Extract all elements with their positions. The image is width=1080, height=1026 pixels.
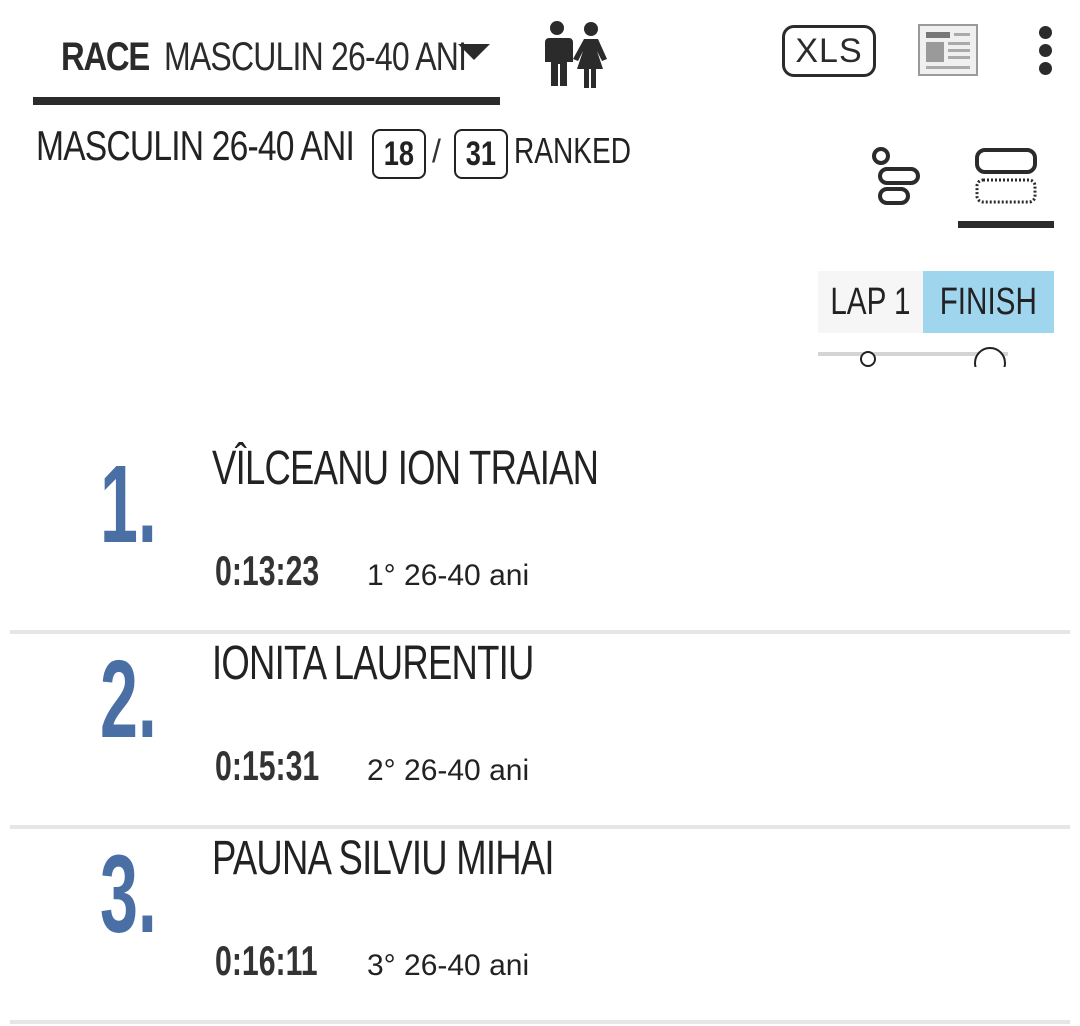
tree-view-icon[interactable] bbox=[870, 145, 922, 207]
result-row[interactable]: 1. VÎLCEANU ION TRAIAN 0:13:23 1° 26-40 … bbox=[10, 440, 1070, 634]
newspaper-icon[interactable] bbox=[918, 24, 978, 76]
lap-1-marker[interactable] bbox=[860, 351, 876, 367]
total-count: 31 bbox=[454, 129, 508, 179]
category-title: MASCULIN 26-40 ANI bbox=[36, 122, 355, 169]
finish-time: 0:16:11 bbox=[215, 937, 318, 984]
card-view-icon bbox=[975, 148, 1037, 204]
more-vert-icon[interactable] bbox=[1033, 26, 1057, 76]
finish-time: 0:15:31 bbox=[215, 742, 320, 789]
count-separator: / bbox=[432, 133, 441, 169]
result-row[interactable]: 3. PAUNA SILVIU MIHAI 0:16:11 3° 26-40 a… bbox=[10, 830, 1070, 1024]
rank-number: 3. bbox=[100, 833, 157, 956]
card-view-button[interactable] bbox=[958, 146, 1054, 228]
race-label: RACE bbox=[61, 35, 150, 79]
ranked-label: RANKED bbox=[514, 130, 632, 171]
category-rank: 2° 26-40 ani bbox=[367, 754, 530, 787]
caret-down-icon bbox=[458, 44, 490, 60]
gender-icon[interactable] bbox=[535, 20, 615, 88]
shown-count: 18 bbox=[372, 129, 426, 179]
rank-number: 1. bbox=[100, 443, 157, 566]
athlete-name: IONITA LAURENTIU bbox=[212, 637, 534, 690]
result-row[interactable]: 2. IONITA LAURENTIU 0:15:31 2° 26-40 ani bbox=[10, 635, 1070, 829]
athlete-name: PAUNA SILVIU MIHAI bbox=[212, 832, 555, 885]
category-rank: 1° 26-40 ani bbox=[367, 559, 530, 592]
rank-number: 2. bbox=[100, 638, 157, 761]
race-selector[interactable]: RACE MASCULIN 26-40 ANI bbox=[33, 18, 500, 105]
race-value: MASCULIN 26-40 ANI bbox=[164, 35, 467, 79]
category-rank: 3° 26-40 ani bbox=[367, 949, 530, 982]
lap-slider-handle[interactable] bbox=[974, 347, 1006, 367]
xls-label: XLS bbox=[795, 31, 863, 70]
xls-export-button[interactable]: XLS bbox=[782, 25, 876, 77]
tab-lap-1[interactable]: LAP 1 bbox=[818, 271, 923, 333]
tab-finish[interactable]: FINISH bbox=[923, 271, 1054, 333]
athlete-name: VÎLCEANU ION TRAIAN bbox=[212, 442, 599, 495]
finish-time: 0:13:23 bbox=[215, 547, 320, 594]
